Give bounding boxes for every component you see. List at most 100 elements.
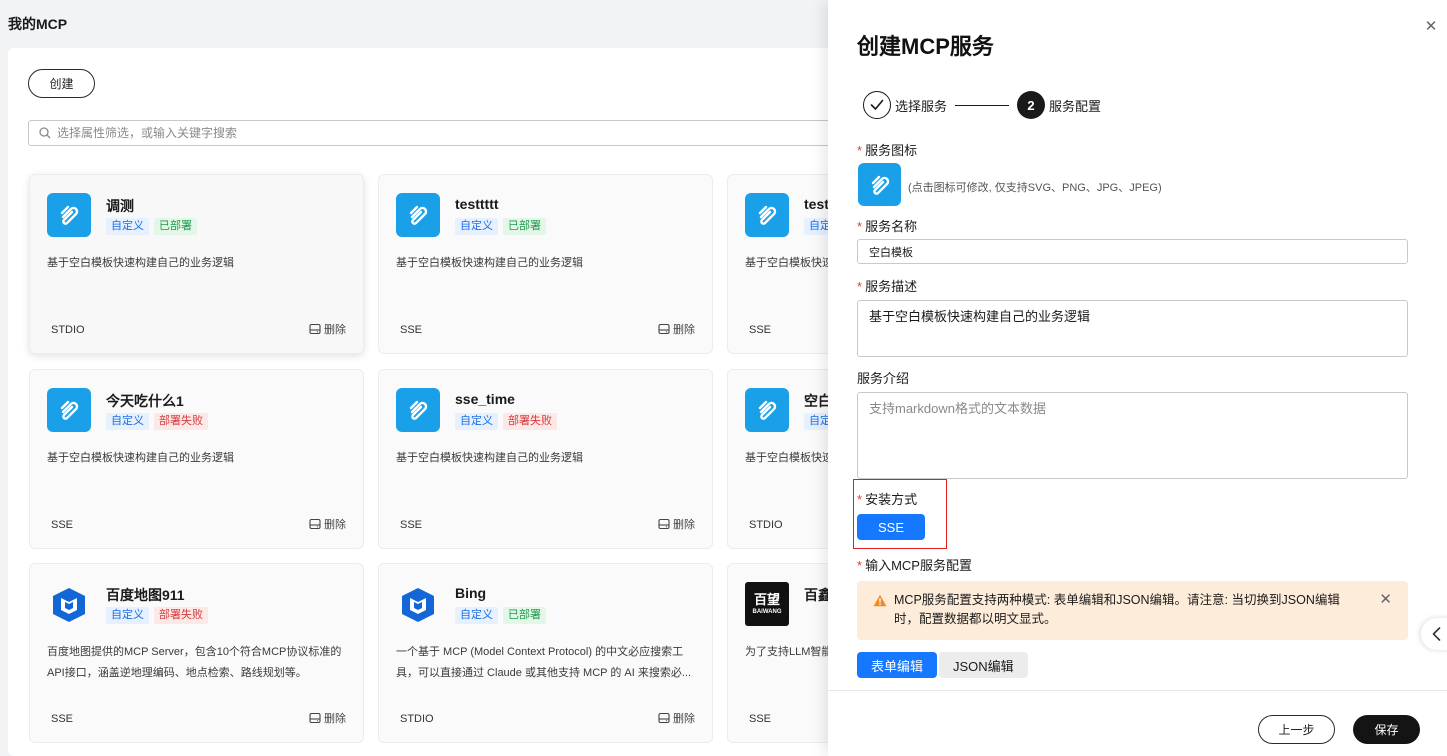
mcp-card[interactable]: sse_time 自定义 部署失败 基于空白模板快速构建自己的业务逻辑 SSE …	[378, 369, 713, 549]
disk-icon	[309, 712, 321, 724]
mcp-card[interactable]: 百度地图911 自定义 部署失败 百度地图提供的MCP Server，包含10个…	[29, 563, 364, 743]
clip-icon	[758, 400, 777, 420]
card-type: SSE	[51, 519, 74, 531]
disk-icon	[658, 518, 670, 530]
delete-label: 删除	[324, 519, 346, 531]
warning-icon	[873, 594, 887, 607]
card-tags: 自定义 部署失败	[106, 607, 208, 624]
install-sse-button[interactable]: SSE	[857, 514, 925, 540]
tag-custom: 自定义	[455, 607, 498, 624]
mcp-card[interactable]: testtttt 自定义 已部署 基于空白模板快速构建自己的业务逻辑 SSE 删…	[378, 174, 713, 354]
delete-label: 删除	[673, 519, 695, 531]
baiwang-logo-icon: 百望 BAIWANG	[745, 582, 789, 626]
disk-icon	[309, 323, 321, 335]
service-description-input[interactable]: 基于空白模板快速构建自己的业务逻辑	[857, 300, 1408, 357]
tab-json-edit[interactable]: JSON编辑	[939, 652, 1028, 678]
service-icon	[47, 388, 91, 432]
bing-logo-icon	[402, 588, 434, 622]
card-type: SSE	[400, 324, 423, 336]
stepper: 选择服务 2 服务配置	[863, 91, 1101, 119]
collapse-handle[interactable]	[1421, 618, 1447, 650]
card-description: 百度地图提供的MCP Server，包含10个符合MCP协议标准的API接口，涵…	[47, 646, 342, 679]
card-type: STDIO	[400, 713, 434, 725]
step-connector	[955, 104, 1010, 106]
card-name: 百度地图911	[106, 587, 185, 603]
tag-custom: 自定义	[455, 413, 498, 430]
disk-icon	[309, 518, 321, 530]
mcp-card[interactable]: 今天吃什么1 自定义 部署失败 基于空白模板快速构建自己的业务逻辑 SSE 删除	[29, 369, 364, 549]
card-description: 基于空白模板快速构建自己的业务逻辑	[396, 257, 583, 269]
delete-button[interactable]: 删除	[309, 516, 346, 532]
disk-icon	[658, 323, 670, 335]
delete-button[interactable]: 删除	[658, 516, 695, 532]
card-name: sse_time	[455, 391, 515, 407]
card-description: 一个基于 MCP (Model Context Protocol) 的中文必应搜…	[396, 646, 692, 679]
drawer-title: 创建MCP服务	[857, 34, 994, 59]
tab-form-edit[interactable]: 表单编辑	[857, 652, 938, 678]
delete-label: 删除	[324, 324, 346, 336]
service-icon	[396, 193, 440, 237]
card-name: 调测	[106, 198, 134, 214]
card-type: SSE	[51, 713, 74, 725]
step-1-circle	[863, 91, 891, 119]
clip-icon	[758, 205, 777, 225]
prev-step-button[interactable]: 上一步	[1258, 715, 1335, 744]
step-2-label: 服务配置	[1049, 98, 1102, 114]
icon-field-label: * 服务图标	[857, 143, 918, 158]
clip-icon	[409, 205, 428, 225]
tag-failed: 部署失败	[154, 413, 208, 430]
mcp-card[interactable]: 调测 自定义 已部署 基于空白模板快速构建自己的业务逻辑 STDIO 删除	[29, 174, 364, 354]
service-icon	[396, 582, 440, 626]
close-icon[interactable]: ✕	[1424, 19, 1438, 34]
card-description: 基于空白模板快速构建自己的业务逻辑	[47, 452, 234, 464]
mcp-card[interactable]: Bing 自定义 已部署 一个基于 MCP (Model Context Pro…	[378, 563, 713, 743]
service-icon	[745, 388, 789, 432]
card-description: 基于空白模板快速构建自己的业务逻辑	[47, 257, 234, 269]
card-tags: 自定义 部署失败	[455, 413, 557, 430]
delete-button[interactable]: 删除	[658, 710, 695, 726]
map-logo-icon	[53, 588, 85, 622]
alert-close-icon[interactable]: ✕	[1379, 590, 1392, 608]
search-icon	[39, 127, 51, 139]
service-name-input[interactable]	[857, 239, 1408, 264]
clip-icon	[409, 400, 428, 420]
delete-label: 删除	[673, 324, 695, 336]
delete-label: 删除	[324, 713, 346, 725]
delete-button[interactable]: 删除	[309, 710, 346, 726]
save-button[interactable]: 保存	[1353, 715, 1420, 744]
tag-custom: 自定义	[106, 607, 149, 624]
name-field-label: * 服务名称	[857, 219, 918, 234]
step-2-circle: 2	[1017, 91, 1046, 119]
main-panel: 创建 调测 自定义 已部署 基于空白模板快速构建自己的业务逻辑 STDIO 删除…	[8, 48, 1062, 756]
service-icon-picker[interactable]	[858, 163, 901, 206]
service-icon	[396, 388, 440, 432]
delete-button[interactable]: 删除	[309, 321, 346, 337]
logo-en: BAIWANG	[752, 609, 782, 615]
card-tags: 自定义 部署失败	[106, 413, 208, 430]
drawer-footer: 上一步 保存	[828, 690, 1447, 756]
install-method-label: * 安装方式	[857, 492, 918, 507]
card-type: SSE	[400, 519, 423, 531]
clip-icon	[60, 205, 79, 225]
create-button[interactable]: 创建	[28, 69, 95, 98]
tag-deployed: 已部署	[503, 218, 546, 235]
tag-failed: 部署失败	[503, 413, 557, 430]
icon-hint: (点击图标可修改, 仅支持SVG、PNG、JPG、JPEG)	[908, 182, 1162, 194]
tag-deployed: 已部署	[154, 218, 197, 235]
tag-custom: 自定义	[455, 218, 498, 235]
delete-button[interactable]: 删除	[658, 321, 695, 337]
card-type: SSE	[749, 713, 772, 725]
card-name: Bing	[455, 585, 487, 601]
desc-field-label: * 服务描述	[857, 279, 918, 294]
check-icon	[870, 99, 884, 110]
card-type: STDIO	[749, 519, 783, 531]
search-bar[interactable]	[28, 120, 848, 146]
chevron-left-icon	[1432, 627, 1440, 641]
step-1-label: 选择服务	[895, 98, 948, 114]
service-intro-input[interactable]	[857, 392, 1408, 479]
search-input[interactable]	[57, 126, 757, 140]
service-icon	[745, 193, 789, 237]
alert-text: MCP服务配置支持两种模式: 表单编辑和JSON编辑。请注意: 当切换到JSON…	[894, 593, 1340, 626]
card-name: testtttt	[455, 196, 499, 212]
tag-deployed: 已部署	[503, 607, 546, 624]
